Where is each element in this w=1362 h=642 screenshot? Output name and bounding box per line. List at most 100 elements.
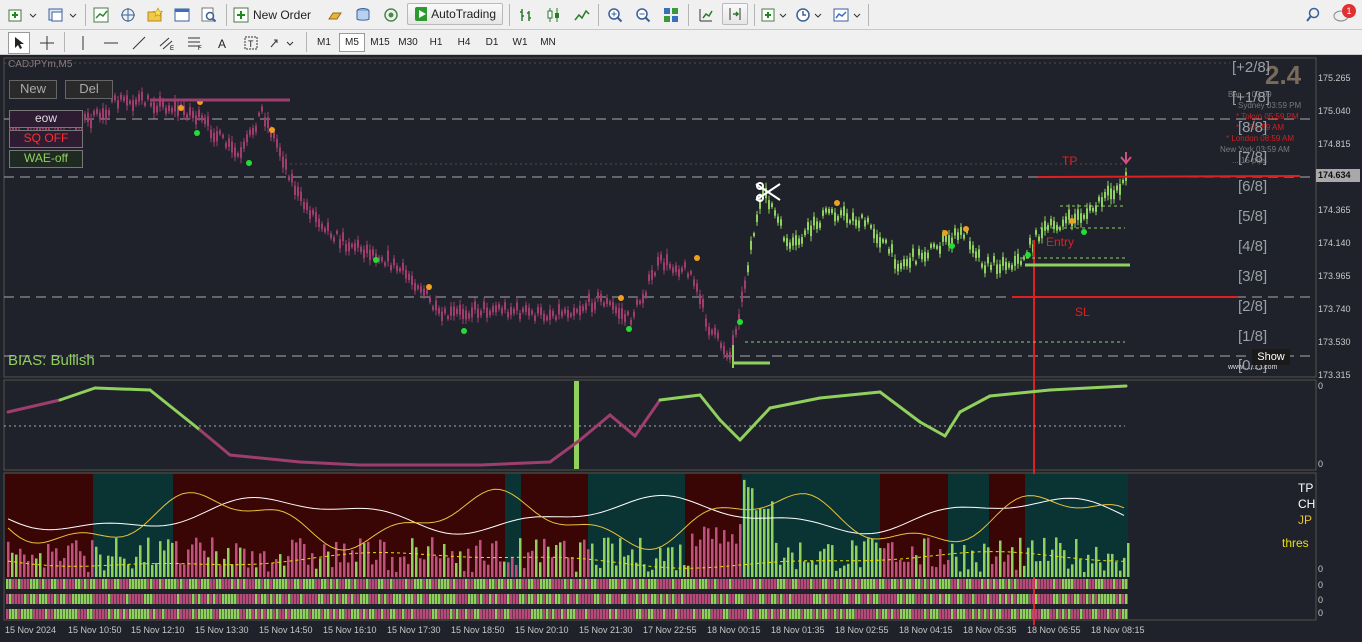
strip-cell — [252, 609, 255, 619]
zoom-in-button[interactable] — [604, 4, 626, 26]
vertical-line-button[interactable] — [72, 32, 94, 54]
candle-body — [849, 220, 851, 224]
histogram-bar — [1019, 537, 1022, 577]
histogram-bar — [343, 543, 346, 577]
notifications-button[interactable]: 1 — [1328, 4, 1356, 26]
histogram-bar — [251, 551, 254, 577]
timeframe-mn[interactable]: MN — [535, 33, 561, 52]
sq-off-button[interactable]: SQ OFF — [9, 130, 83, 148]
candle-body — [1098, 196, 1100, 202]
strategy-tester-button[interactable] — [198, 4, 220, 26]
new-chart-button[interactable] — [6, 4, 40, 26]
timeframe-m15[interactable]: M15 — [367, 33, 393, 52]
candle-body — [225, 142, 227, 148]
trendline-button[interactable] — [128, 32, 150, 54]
new-button[interactable]: New — [9, 80, 57, 99]
periods-button[interactable] — [795, 4, 825, 26]
candle-body — [792, 237, 794, 246]
strip-cell — [987, 594, 990, 604]
horizontal-line-button[interactable] — [100, 32, 122, 54]
histogram-bar — [931, 566, 934, 577]
terminal-button[interactable] — [171, 4, 193, 26]
strip-cell — [933, 609, 936, 619]
zoom-out-button[interactable] — [632, 4, 654, 26]
crosshair-tool-button[interactable] — [117, 4, 139, 26]
strip-cell — [1059, 579, 1062, 589]
timeframe-h4[interactable]: H4 — [451, 33, 477, 52]
cursor-tool-button[interactable] — [8, 32, 30, 54]
navigator-button[interactable] — [144, 4, 166, 26]
strip-cell — [570, 609, 573, 619]
horizontal-line-icon — [104, 42, 118, 44]
database-icon — [356, 8, 370, 21]
histogram-bar — [771, 501, 774, 577]
legend-ch: CH — [1298, 497, 1316, 511]
histogram-bar — [799, 542, 802, 577]
autoscroll-button[interactable] — [695, 4, 717, 26]
timeframe-m30[interactable]: M30 — [395, 33, 421, 52]
strip-cell — [894, 579, 897, 589]
chart-window[interactable]: CADJPYm,M5 New Del eow SQ OFF WAE-off BI… — [0, 55, 1362, 642]
strip-cell — [165, 609, 168, 619]
vps-button[interactable] — [380, 4, 402, 26]
histogram-bar — [1055, 537, 1058, 577]
timeframe-m5[interactable]: M5 — [339, 33, 365, 52]
candlestick-button[interactable] — [543, 4, 565, 26]
text-label-button[interactable]: T — [240, 32, 262, 54]
templates-button[interactable] — [832, 4, 864, 26]
timeframe-h1[interactable]: H1 — [423, 33, 449, 52]
profiles-button[interactable] — [46, 4, 80, 26]
new-order-button[interactable]: New Order — [233, 4, 321, 26]
strip-cell — [462, 594, 465, 604]
strip-cell — [780, 579, 783, 589]
candle-body — [873, 228, 875, 239]
indicators-button[interactable] — [760, 4, 790, 26]
timeframe-w1[interactable]: W1 — [507, 33, 533, 52]
strip-cell — [240, 609, 243, 619]
signals-button[interactable] — [352, 4, 374, 26]
strip-cell — [213, 594, 216, 604]
strip-cell — [975, 609, 978, 619]
equidistant-channel-button[interactable]: E — [156, 32, 178, 54]
text-tool-button[interactable]: A — [212, 32, 234, 54]
strip-cell — [258, 579, 261, 589]
strip-cell — [711, 609, 714, 619]
chart-shift-button[interactable] — [722, 3, 748, 25]
candle-body — [663, 262, 665, 271]
candle-body — [690, 271, 692, 275]
tile-windows-button[interactable] — [660, 4, 682, 26]
crosshair-button[interactable] — [36, 32, 58, 54]
strip-cell — [165, 579, 168, 589]
strip-cell — [756, 579, 759, 589]
strip-cell — [45, 609, 48, 619]
del-button[interactable]: Del — [65, 80, 113, 99]
fibonacci-button[interactable]: F — [184, 32, 206, 54]
search-button[interactable] — [1302, 4, 1324, 26]
candle-body — [963, 234, 965, 239]
eow-button[interactable]: eow — [9, 110, 83, 128]
timeframe-d1[interactable]: D1 — [479, 33, 505, 52]
market-watch-button[interactable] — [90, 4, 112, 26]
strip-cell — [426, 594, 429, 604]
histogram-bar — [391, 556, 394, 577]
autotrading-button[interactable]: AutoTrading — [407, 3, 503, 25]
strip-cell — [471, 609, 474, 619]
line-chart-button[interactable] — [571, 4, 593, 26]
strip-cell — [510, 579, 513, 589]
indicator1-segment — [878, 390, 922, 424]
strip-cell — [354, 579, 357, 589]
candle-body — [903, 259, 905, 267]
chart-canvas[interactable] — [0, 55, 1362, 642]
arrows-button[interactable] — [268, 32, 298, 54]
strip-cell — [144, 609, 147, 619]
strip-cell — [54, 609, 57, 619]
wae-off-button[interactable]: WAE-off — [9, 150, 83, 168]
strip-cell — [552, 594, 555, 604]
bar-chart-button[interactable] — [515, 4, 537, 26]
new-chart-icon — [8, 9, 37, 22]
timeframe-m1[interactable]: M1 — [311, 33, 337, 52]
gold-button[interactable] — [324, 4, 346, 26]
strip-cell — [450, 579, 453, 589]
strip-cell — [705, 579, 708, 589]
show-button[interactable]: Show — [1252, 349, 1290, 365]
